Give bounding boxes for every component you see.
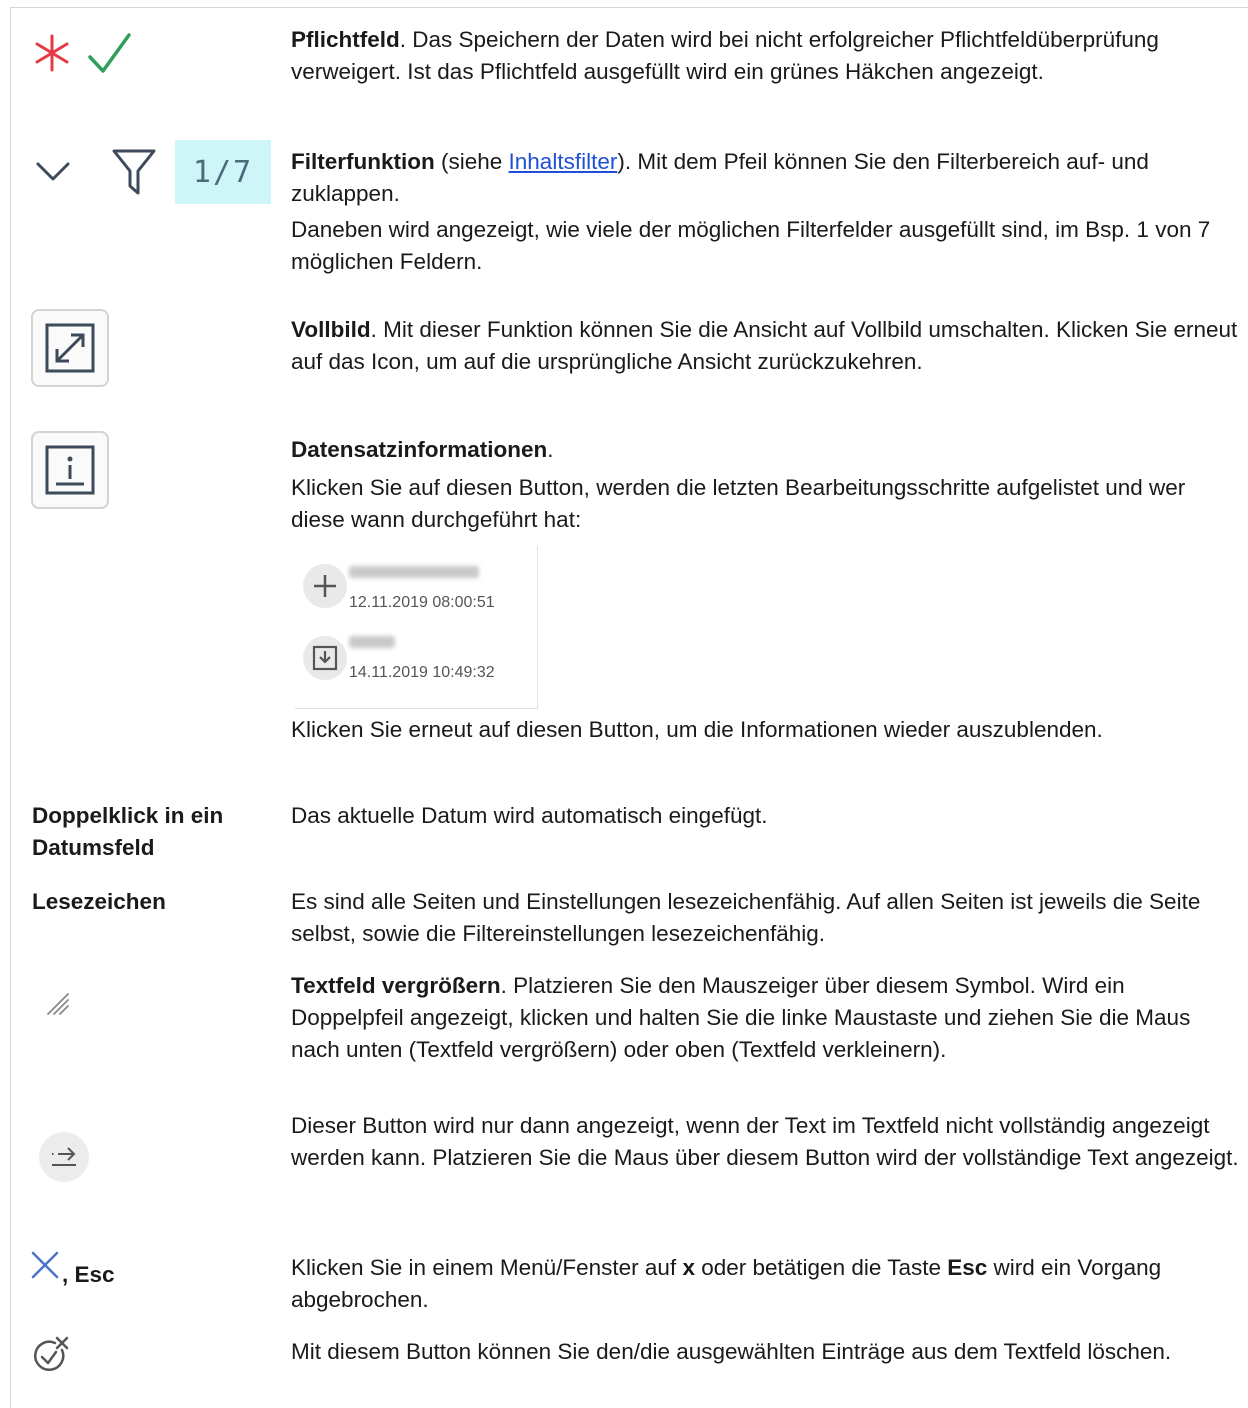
filter-description: Filterfunktion (siehe Inhaltsfilter). Mi… bbox=[291, 146, 1241, 278]
esc-description: Klicken Sie in einem Menü/Fenster auf x … bbox=[291, 1252, 1241, 1316]
esc-text-mid: oder betätigen die Taste bbox=[694, 1255, 948, 1280]
datensatz-title: Datensatzinformationen bbox=[291, 437, 548, 462]
lesezeichen-label: Lesezeichen bbox=[32, 889, 166, 914]
plus-icon bbox=[314, 575, 336, 597]
vollbild-title: Vollbild bbox=[291, 317, 371, 342]
history-date: 12.11.2019 08:00:51 bbox=[349, 594, 495, 611]
datensatz-text2-wrap: Klicken Sie erneut auf diesen Button, um… bbox=[291, 714, 1241, 746]
filter-text2: Daneben wird angezeigt, wie viele der mö… bbox=[291, 217, 1211, 274]
textfeld-description: Textfeld vergrößern. Platzieren Sie den … bbox=[291, 970, 1241, 1066]
pflichtfeld-text: . Das Speichern der Daten wird bei nicht… bbox=[291, 27, 1159, 84]
inhaltsfilter-link[interactable]: Inhaltsfilter bbox=[509, 149, 618, 174]
lesezeichen-text: Es sind alle Seiten und Einstellungen le… bbox=[291, 889, 1201, 946]
esc-label-text: , Esc bbox=[62, 1262, 115, 1287]
fullscreen-button[interactable] bbox=[31, 309, 109, 387]
resize-handle-icon[interactable] bbox=[46, 992, 70, 1016]
history-entry: 14.11.2019 10:49:32 bbox=[295, 628, 535, 698]
pflichtfeld-title: Pflichtfeld bbox=[291, 27, 400, 52]
filter-text-pre: (siehe bbox=[434, 149, 509, 174]
history-user-blurred bbox=[349, 566, 479, 578]
history-date: 14.11.2019 10:49:32 bbox=[349, 664, 495, 681]
show-full-text-button[interactable] bbox=[39, 1132, 89, 1182]
doppelklick-label: Doppelklick in ein Datumsfeld bbox=[32, 803, 224, 860]
vollbild-text: . Mit dieser Funktion können Sie die Ans… bbox=[291, 317, 1238, 374]
filter-funnel-icon[interactable] bbox=[111, 148, 157, 196]
esc-bold-x: x bbox=[682, 1255, 695, 1280]
pflichtfeld-description: Pflichtfeld. Das Speichern der Daten wir… bbox=[291, 24, 1241, 88]
datensatz-text2: Klicken Sie erneut auf diesen Button, um… bbox=[291, 717, 1103, 742]
textfeld-title: Textfeld vergrößern bbox=[291, 973, 501, 998]
esc-label: , Esc bbox=[30, 1250, 170, 1290]
check-clear-icon[interactable] bbox=[31, 1335, 71, 1375]
datensatz-title-suffix: . bbox=[547, 437, 554, 462]
filter-title: Filterfunktion bbox=[291, 149, 435, 174]
checkmark-icon bbox=[88, 33, 131, 73]
datensatz-text: Klicken Sie auf diesen Button, werden di… bbox=[291, 475, 1186, 532]
record-info-button[interactable] bbox=[31, 431, 109, 509]
asterisk-icon bbox=[35, 34, 69, 72]
mehr-text: Dieser Button wird nur dann angezeigt, w… bbox=[291, 1113, 1239, 1170]
esc-text-pre: Klicken Sie in einem Menü/Fenster auf bbox=[291, 1255, 683, 1280]
fullscreen-expand-icon bbox=[45, 323, 95, 373]
close-icon[interactable] bbox=[30, 1250, 60, 1280]
chevron-down-icon[interactable] bbox=[35, 160, 71, 184]
filter-count-badge: 1/7 bbox=[175, 140, 271, 204]
loeschen-text: Mit diesem Button können Sie den/die aus… bbox=[291, 1339, 1172, 1364]
history-save-icon-circle bbox=[303, 636, 347, 680]
doppelklick-text: Das aktuelle Datum wird automatisch eing… bbox=[291, 803, 768, 828]
history-user-blurred bbox=[349, 636, 395, 648]
save-download-icon bbox=[312, 645, 338, 671]
info-icon bbox=[45, 445, 95, 495]
record-history-panel: 12.11.2019 08:00:51 14.11.2019 10:49:32 bbox=[295, 546, 538, 709]
datensatz-description: Datensatzinformationen. Klicken Sie auf … bbox=[291, 434, 1241, 536]
history-add-icon-circle bbox=[303, 564, 347, 608]
expand-arrow-icon bbox=[52, 1147, 76, 1166]
vollbild-description: Vollbild. Mit dieser Funktion können Sie… bbox=[291, 314, 1241, 378]
history-entry: 12.11.2019 08:00:51 bbox=[295, 556, 535, 626]
esc-bold-esc: Esc bbox=[947, 1255, 988, 1280]
